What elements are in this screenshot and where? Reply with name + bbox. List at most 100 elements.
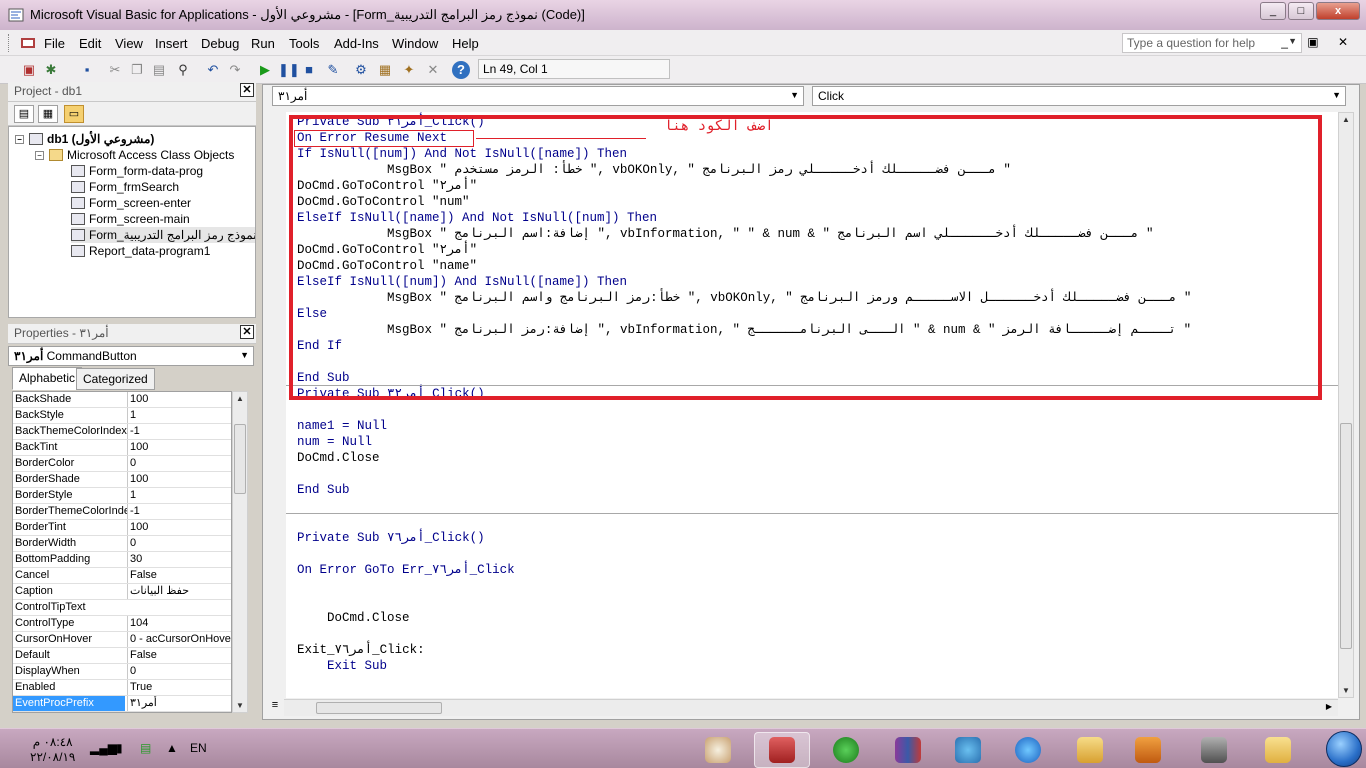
- menu-add-ins[interactable]: Add-Ins: [334, 36, 379, 51]
- property-row[interactable]: BorderColor 0: [13, 456, 231, 472]
- tree-item[interactable]: Form_frmSearch: [71, 179, 179, 195]
- tree-folder[interactable]: − Microsoft Access Class Objects: [35, 147, 234, 163]
- property-row[interactable]: BorderShade 100: [13, 472, 231, 488]
- save-icon[interactable]: ▪: [78, 61, 96, 79]
- property-value[interactable]: 100: [127, 472, 231, 487]
- tree-item[interactable]: Report_data-program1: [71, 243, 210, 259]
- copy-icon[interactable]: ❐: [128, 61, 146, 79]
- paint-taskbar-icon[interactable]: [690, 732, 746, 768]
- break-icon[interactable]: ❚❚: [278, 61, 300, 79]
- help-icon[interactable]: ?: [452, 61, 470, 79]
- tab-alphabetic[interactable]: Alphabetic: [12, 367, 83, 390]
- start-button[interactable]: [1326, 731, 1362, 767]
- close-icon[interactable]: ✕: [240, 325, 254, 339]
- properties-window-icon[interactable]: ▦: [376, 61, 394, 79]
- view-code-icon[interactable]: ▤: [14, 105, 34, 123]
- property-value[interactable]: 100: [127, 520, 231, 535]
- property-row[interactable]: BackTint 100: [13, 440, 231, 456]
- property-value[interactable]: False: [127, 648, 231, 663]
- help-search-input[interactable]: Type a question for help ▼: [1122, 33, 1302, 53]
- code-editor[interactable]: Private Sub أمر٣١_Click() On Error Resume…: [286, 112, 1338, 698]
- properties-scrollbar[interactable]: ▲ ▼: [232, 391, 248, 713]
- property-row[interactable]: Caption حفظ البيانات: [13, 584, 231, 600]
- menu-tools[interactable]: Tools: [289, 36, 319, 51]
- close-icon[interactable]: ✕: [240, 83, 254, 97]
- property-value[interactable]: 0: [127, 456, 231, 471]
- tree-item[interactable]: Form_screen-enter: [71, 195, 191, 211]
- chevron-down-icon[interactable]: ▼: [240, 350, 249, 360]
- property-row[interactable]: BackStyle 1: [13, 408, 231, 424]
- object-combo[interactable]: أمر٣١ ▼: [272, 86, 804, 106]
- code-horizontal-scrollbar[interactable]: ▶: [284, 699, 1338, 716]
- run-icon[interactable]: ▶: [256, 61, 274, 79]
- signal-icon[interactable]: ▂▄▆: [90, 741, 117, 755]
- view-object-icon[interactable]: ▦: [38, 105, 58, 123]
- maximize-button[interactable]: □: [1288, 2, 1314, 20]
- property-row[interactable]: ControlType 104: [13, 616, 231, 632]
- minimize-button[interactable]: _: [1260, 2, 1286, 20]
- internet-explorer-taskbar-icon[interactable]: [1000, 732, 1056, 768]
- menu-view[interactable]: View: [115, 36, 143, 51]
- property-row[interactable]: Cancel False: [13, 568, 231, 584]
- tree-item[interactable]: Form_screen-main: [71, 211, 190, 227]
- tree-root[interactable]: − db1 (مشروعي الأول): [15, 131, 154, 147]
- menu-window[interactable]: Window: [392, 36, 438, 51]
- explorer-taskbar-icon[interactable]: [1062, 732, 1118, 768]
- menu-edit[interactable]: Edit: [79, 36, 101, 51]
- toolbox-icon[interactable]: ✕: [424, 61, 442, 79]
- view-access-icon[interactable]: ▣: [20, 61, 38, 79]
- property-row[interactable]: CursorOnHover 0 - acCursorOnHover: [13, 632, 231, 648]
- property-value[interactable]: 30: [127, 552, 231, 567]
- access-taskbar-icon[interactable]: [754, 732, 810, 768]
- scroll-up-icon[interactable]: ▲: [1339, 115, 1353, 124]
- language-indicator[interactable]: EN: [190, 741, 207, 755]
- property-row[interactable]: BorderTint 100: [13, 520, 231, 536]
- folder-taskbar-icon[interactable]: [1250, 732, 1306, 768]
- property-row[interactable]: BorderThemeColorInde -1: [13, 504, 231, 520]
- tree-item-selected[interactable]: Form_نموذج رمز البرامج التدريبية: [71, 227, 255, 243]
- tree-item[interactable]: Form_form-data-prog: [71, 163, 203, 179]
- property-row[interactable]: Default False: [13, 648, 231, 664]
- property-row[interactable]: DisplayWhen 0: [13, 664, 231, 680]
- redo-icon[interactable]: ↷: [226, 61, 244, 79]
- menu-debug[interactable]: Debug: [201, 36, 239, 51]
- property-row[interactable]: BackShade 100: [13, 392, 231, 408]
- access-view-icon[interactable]: [20, 35, 36, 51]
- property-row[interactable]: BorderStyle 1: [13, 488, 231, 504]
- action-center-icon[interactable]: ▤: [140, 741, 151, 755]
- scroll-thumb[interactable]: [316, 702, 442, 714]
- object-browser-icon[interactable]: ✦: [400, 61, 418, 79]
- battery-icon[interactable]: ▮: [116, 741, 123, 755]
- property-row[interactable]: BottomPadding 30: [13, 552, 231, 568]
- tab-categorized[interactable]: Categorized: [76, 368, 155, 390]
- code-vertical-scrollbar[interactable]: ▲ ▼: [1338, 112, 1354, 698]
- utorrent-taskbar-icon[interactable]: [818, 732, 874, 768]
- device-taskbar-icon[interactable]: [1186, 732, 1242, 768]
- reset-icon[interactable]: ■: [300, 61, 318, 79]
- property-value[interactable]: 0: [127, 536, 231, 551]
- scroll-thumb[interactable]: [1340, 423, 1352, 649]
- property-value[interactable]: أمر٣١: [127, 696, 231, 711]
- media-player-taskbar-icon[interactable]: [1120, 732, 1176, 768]
- property-value[interactable]: حفظ البيانات: [127, 584, 231, 599]
- scroll-down-icon[interactable]: ▼: [233, 701, 247, 710]
- property-value[interactable]: 104: [127, 616, 231, 631]
- property-value[interactable]: -1: [127, 424, 231, 439]
- close-button[interactable]: x: [1316, 2, 1360, 20]
- property-value[interactable]: 0: [127, 664, 231, 679]
- find-icon[interactable]: ⚲: [174, 61, 192, 79]
- property-value[interactable]: 1: [127, 488, 231, 503]
- property-value[interactable]: False: [127, 568, 231, 583]
- chevron-down-icon[interactable]: ▼: [1332, 90, 1341, 100]
- menu-insert[interactable]: Insert: [155, 36, 188, 51]
- scroll-down-icon[interactable]: ▼: [1339, 686, 1353, 695]
- property-row[interactable]: Enabled True: [13, 680, 231, 696]
- property-value[interactable]: 1: [127, 408, 231, 423]
- clock[interactable]: ٠٨:٤٨ م ٢٢/٠٨/١٩: [30, 735, 75, 765]
- insert-object-icon[interactable]: ✱: [42, 61, 60, 79]
- property-value[interactable]: 100: [127, 440, 231, 455]
- cut-icon[interactable]: ✂: [106, 61, 124, 79]
- procedure-combo[interactable]: Click ▼: [812, 86, 1346, 106]
- property-value[interactable]: -1: [127, 504, 231, 519]
- property-value[interactable]: True: [127, 680, 231, 695]
